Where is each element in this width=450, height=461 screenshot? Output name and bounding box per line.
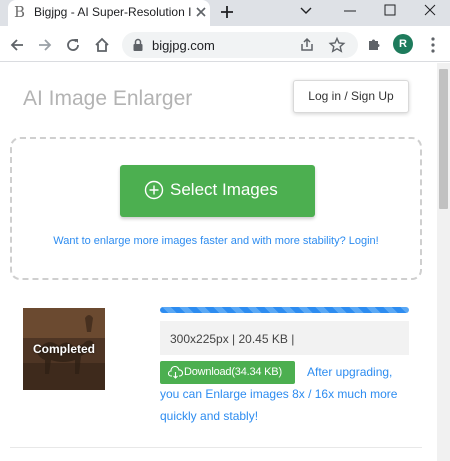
- close-tab-icon[interactable]: [194, 5, 208, 19]
- image-info-box: 300x225px | 20.45 KB |: [160, 321, 409, 355]
- share-icon[interactable]: [298, 36, 316, 54]
- upload-dropzone[interactable]: Select Images Want to enlarge more image…: [10, 137, 422, 280]
- upgrade-link-line-2[interactable]: you can Enlarge images 8x / 16x much mor…: [160, 387, 397, 401]
- upgrade-link-line-1[interactable]: After upgrading,: [307, 365, 392, 379]
- kebab-menu-icon[interactable]: [425, 36, 441, 54]
- plus-circle-icon: [144, 180, 164, 200]
- bookmark-star-icon[interactable]: [328, 36, 346, 54]
- select-images-button[interactable]: Select Images: [120, 165, 315, 217]
- login-signup-button[interactable]: Log in / Sign Up: [293, 80, 409, 113]
- scrollbar-thumb[interactable]: [439, 69, 448, 209]
- page-title: AI Image Enlarger: [23, 87, 193, 110]
- browser-toolbar: bigjpg.com R: [0, 26, 450, 62]
- vertical-scrollbar[interactable]: [437, 63, 450, 461]
- section-divider: [10, 447, 422, 448]
- bigjpg-favicon-icon: B: [14, 3, 26, 21]
- back-arrow-icon[interactable]: [8, 36, 26, 54]
- download-button[interactable]: Download(34.34 KB): [160, 361, 295, 384]
- extensions-puzzle-icon[interactable]: [366, 36, 382, 52]
- upload-progress-bar: [160, 307, 409, 313]
- browser-tab[interactable]: B Bigjpg - AI Super-Resolution I: [8, 0, 210, 26]
- new-tab-plus-icon[interactable]: [218, 3, 236, 21]
- minimize-icon[interactable]: [340, 0, 360, 22]
- reload-icon[interactable]: [64, 36, 82, 54]
- page-content: AI Image Enlarger Log in / Sign Up Selec…: [0, 63, 437, 461]
- home-icon[interactable]: [93, 36, 111, 54]
- profile-avatar[interactable]: R: [393, 34, 413, 54]
- forward-arrow-icon[interactable]: [36, 36, 54, 54]
- select-images-label: Select Images: [170, 180, 278, 199]
- upgrade-link-line-3[interactable]: quickly and stably!: [160, 409, 258, 423]
- address-bar[interactable]: bigjpg.com: [122, 32, 358, 58]
- login-prompt-link[interactable]: Want to enlarge more images faster and w…: [12, 235, 420, 247]
- maximize-icon[interactable]: [380, 0, 400, 22]
- tab-search-chevron-icon[interactable]: [296, 0, 316, 22]
- url-text[interactable]: bigjpg.com: [152, 38, 215, 53]
- image-info-text: 300x225px | 20.45 KB |: [170, 332, 295, 346]
- cloud-download-icon: [168, 366, 183, 379]
- status-completed-label: Completed: [32, 342, 95, 356]
- image-thumbnail: Completed: [23, 308, 105, 390]
- tab-strip: B Bigjpg - AI Super-Resolution I: [0, 0, 450, 26]
- tab-title: Bigjpg - AI Super-Resolution I: [34, 5, 192, 19]
- download-label: Download(34.34 KB): [184, 366, 282, 378]
- lock-icon[interactable]: [132, 38, 144, 52]
- window-close-icon[interactable]: [420, 0, 440, 22]
- progress-bar-fill: [160, 307, 409, 313]
